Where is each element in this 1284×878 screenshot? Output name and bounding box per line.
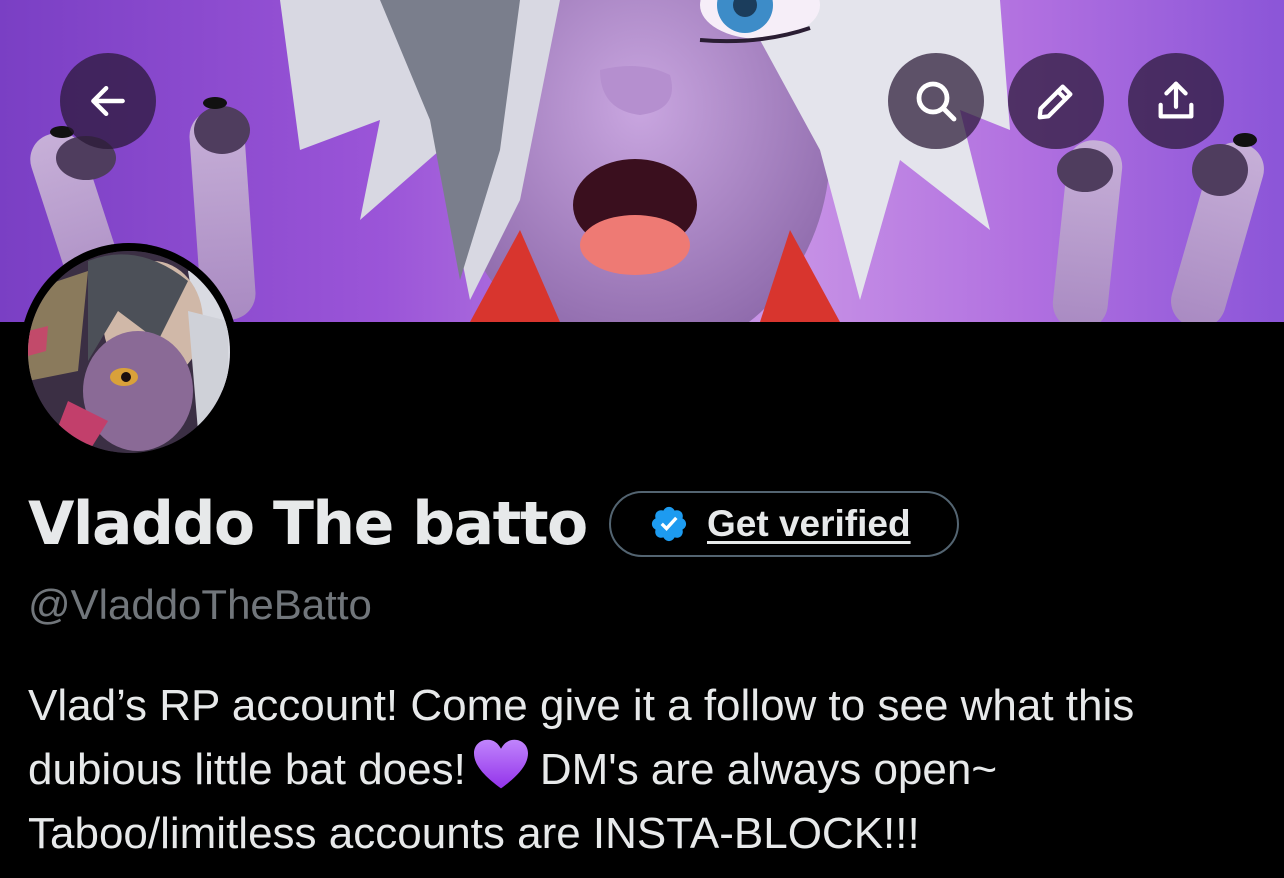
back-button[interactable]	[60, 53, 156, 149]
bio-line-1: Vlad’s RP account! Come give it a follow…	[28, 681, 1135, 730]
bio-line-2-start: dubious little bat does!	[28, 745, 466, 794]
share-upload-icon	[1158, 81, 1194, 119]
profile-handle: @VladdoTheBatto	[28, 581, 372, 628]
arrow-left-icon	[91, 85, 125, 117]
edit-button[interactable]	[1008, 53, 1104, 149]
bio-line-3: Taboo/limitless accounts are INSTA-BLOCK…	[28, 809, 920, 858]
get-verified-label: Get verified	[707, 503, 911, 544]
bio-line-2: dubious little bat does! DM's are always…	[28, 738, 1268, 802]
purple-heart-icon	[473, 739, 528, 789]
get-verified-button[interactable]: Get verified	[609, 491, 959, 557]
display-name: Vladdo The batto	[28, 489, 588, 559]
share-button[interactable]	[1128, 53, 1224, 149]
profile-bio: Vlad’s RP account! Come give it a follow…	[28, 674, 1268, 866]
verified-badge-icon	[651, 506, 687, 542]
avatar-image	[28, 251, 230, 453]
bio-line-2-end: DM's are always open~	[539, 745, 998, 794]
avatar[interactable]	[20, 243, 238, 461]
pencil-icon	[1037, 84, 1073, 120]
search-icon	[916, 81, 957, 122]
search-button[interactable]	[888, 53, 984, 149]
